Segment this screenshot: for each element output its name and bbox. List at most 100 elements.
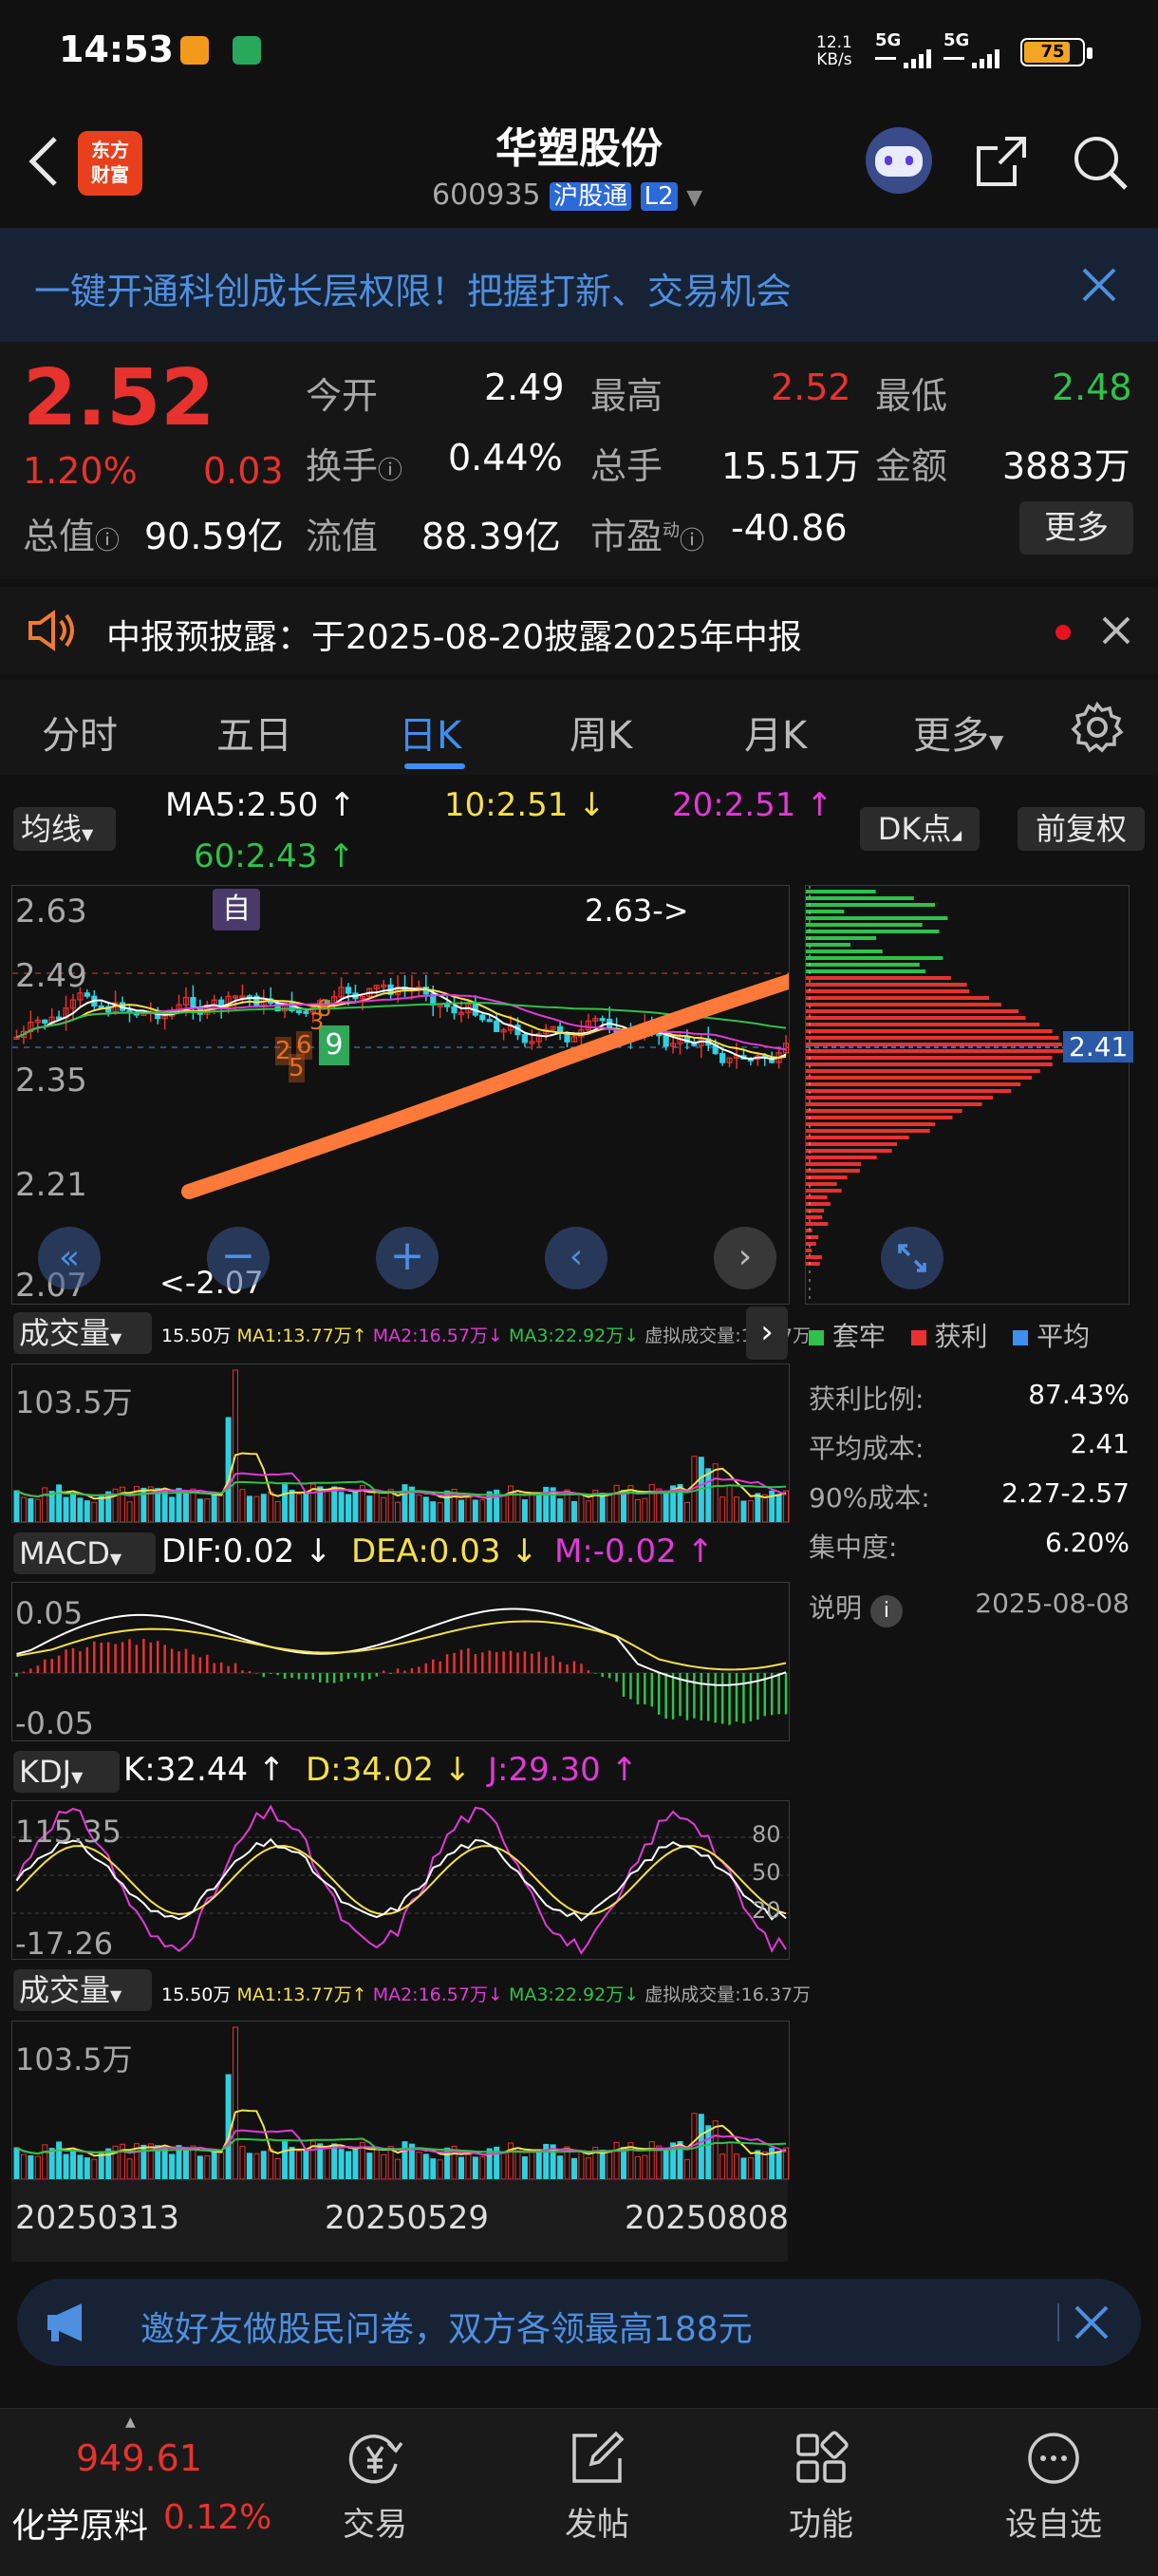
volume-bar	[395, 1501, 402, 1522]
date-label: 20250313	[15, 2199, 180, 2237]
volume-bar	[211, 2150, 217, 2179]
vol-ma1: MA1:13.77万	[236, 1984, 352, 2005]
volume-bar	[211, 1493, 217, 1522]
settings-gear-icon[interactable]	[1071, 701, 1124, 754]
chevron-down-icon: ▼	[82, 825, 94, 843]
volume-bar	[387, 1489, 394, 1522]
volume-bar	[683, 1501, 690, 1522]
expand-arrow-button[interactable]: ›	[746, 1307, 788, 1360]
chip-bar	[806, 943, 850, 947]
chip-bar	[806, 1062, 1053, 1066]
volume-bar	[295, 2151, 302, 2179]
info-icon[interactable]: ⓘ	[680, 527, 704, 555]
kdj-selector[interactable]: KDJ▼	[13, 1751, 120, 1793]
volume-bar	[472, 2156, 478, 2179]
float-value: 88.39亿	[421, 516, 561, 557]
chip-distribution-chart[interactable]	[805, 885, 1130, 1305]
adjust-button[interactable]: 前复权	[1018, 807, 1145, 851]
volume-bar	[253, 1495, 260, 1522]
nav-item-functions[interactable]: 功能	[769, 2409, 873, 2576]
volume-bar	[331, 2143, 338, 2179]
tab-monthly-k[interactable]: 月K	[744, 705, 807, 760]
ma-selector[interactable]: 均线▼	[13, 807, 116, 851]
info-icon[interactable]: ⓘ	[95, 527, 120, 555]
battery-icon: 75	[1020, 38, 1085, 66]
volume-bar	[472, 1499, 478, 1522]
candle-body	[599, 1018, 606, 1022]
amount-label: 金额	[875, 445, 948, 487]
tab-intraday[interactable]: 分时	[42, 705, 118, 760]
kdj-chart[interactable]	[11, 1800, 790, 1960]
pe-label-text: 市盈	[590, 516, 663, 557]
nav-item-trade[interactable]: 交易	[323, 2409, 427, 2576]
chip-bar	[806, 1016, 1026, 1020]
volume-label: 总手	[590, 445, 663, 487]
survey-banner[interactable]: 邀好友做股民问卷，双方各领最高188元	[17, 2279, 1141, 2366]
volume-bar	[77, 1497, 84, 1522]
share-icon[interactable]	[973, 133, 1030, 190]
macd-chart[interactable]	[11, 1582, 790, 1741]
close-icon[interactable]	[1073, 2303, 1111, 2341]
scroll-left-button[interactable]: ‹	[545, 1227, 607, 1289]
tab-daily-k[interactable]: 日K	[399, 705, 461, 760]
mktcap-label: 总值ⓘ	[23, 507, 120, 559]
close-icon[interactable]	[1101, 615, 1131, 646]
promo-banner[interactable]: 一键开通科创成长层权限！把握打新、交易机会	[0, 228, 1158, 342]
volume-bar	[169, 2153, 176, 2179]
scroll-right-button[interactable]: ›	[714, 1227, 776, 1289]
mktcap-label-text: 总值	[23, 516, 96, 557]
chip-bar	[806, 910, 845, 913]
robot-assistant-icon[interactable]	[866, 127, 932, 194]
volume-selector-label: 成交量	[19, 1315, 111, 1351]
volume-bar	[69, 1494, 76, 1522]
chip-bar	[806, 1056, 1053, 1060]
volume-bar	[20, 2153, 27, 2179]
volume-selector[interactable]: 成交量▼	[13, 1312, 152, 1354]
chip-row-value: 87.43%	[1028, 1379, 1130, 1410]
chip-bar	[806, 1122, 936, 1126]
chip-note[interactable]: 说明 i	[809, 1588, 903, 1627]
index-name: 化学原料	[11, 2507, 149, 2546]
dk-point-button[interactable]: DK点◢	[860, 807, 980, 851]
volume-bar	[437, 2159, 443, 2179]
more-button[interactable]: 更多	[1019, 501, 1133, 555]
change-value: 0.03	[203, 450, 284, 492]
volume-bar	[84, 1500, 90, 1522]
search-icon[interactable]	[1071, 133, 1131, 194]
chip-bar	[806, 1156, 877, 1159]
close-icon[interactable]	[1078, 264, 1120, 306]
unread-dot	[1055, 625, 1071, 640]
index-quote[interactable]: ▲ 949.61 化学原料 0.12%	[0, 2409, 275, 2576]
survey-text: 邀好友做股民问卷，双方各领最高188元	[140, 2310, 753, 2349]
zoom-in-button[interactable]: +	[376, 1227, 439, 1289]
zoom-out-button[interactable]: −	[207, 1227, 270, 1289]
zoom-out-far-button[interactable]: «	[38, 1227, 101, 1289]
volume-bar	[42, 2144, 48, 2179]
notice-bar[interactable]: 中报预披露：于2025-08-20披露2025年中报	[0, 587, 1158, 674]
expand-icon[interactable]	[881, 1227, 943, 1289]
volume-bar	[218, 2152, 225, 2179]
tab-more[interactable]: 更多▼	[913, 705, 1003, 760]
tab-weekly-k[interactable]: 周K	[570, 705, 632, 760]
nav-item-post[interactable]: 发帖	[545, 2409, 649, 2576]
tab-five-day[interactable]: 五日	[216, 705, 292, 760]
event-tag: 6	[296, 1031, 312, 1060]
volume-selector[interactable]: 成交量▼	[13, 1969, 152, 2011]
volume-ma-row: 15.50万 MA1:13.77万↑ MA2:16.57万↓ MA3:22.92…	[161, 1326, 811, 1346]
volume-bar	[479, 1499, 486, 1522]
nav-item-add-watchlist[interactable]: 设自选	[987, 2409, 1120, 2576]
volume-bar	[20, 1496, 27, 1522]
stock-code-row[interactable]: 600935 沪股通 L2 ▼	[432, 177, 702, 212]
vol-ma2: MA2:16.57万	[372, 1984, 488, 2005]
chip-bar	[806, 1229, 812, 1232]
info-icon[interactable]: ⓘ	[378, 457, 402, 485]
volume-y-label: 103.5万	[15, 2041, 133, 2078]
macd-selector[interactable]: MACD▼	[13, 1532, 156, 1574]
chip-row-label: 平均成本:	[809, 1433, 925, 1464]
volume-bar	[719, 1496, 726, 1522]
pe-value: -40.86	[731, 507, 848, 549]
candle-body	[190, 997, 196, 1009]
chip-bar	[806, 1249, 812, 1252]
chip-row-label: 集中度:	[809, 1532, 898, 1563]
volume-bar	[479, 2156, 486, 2179]
